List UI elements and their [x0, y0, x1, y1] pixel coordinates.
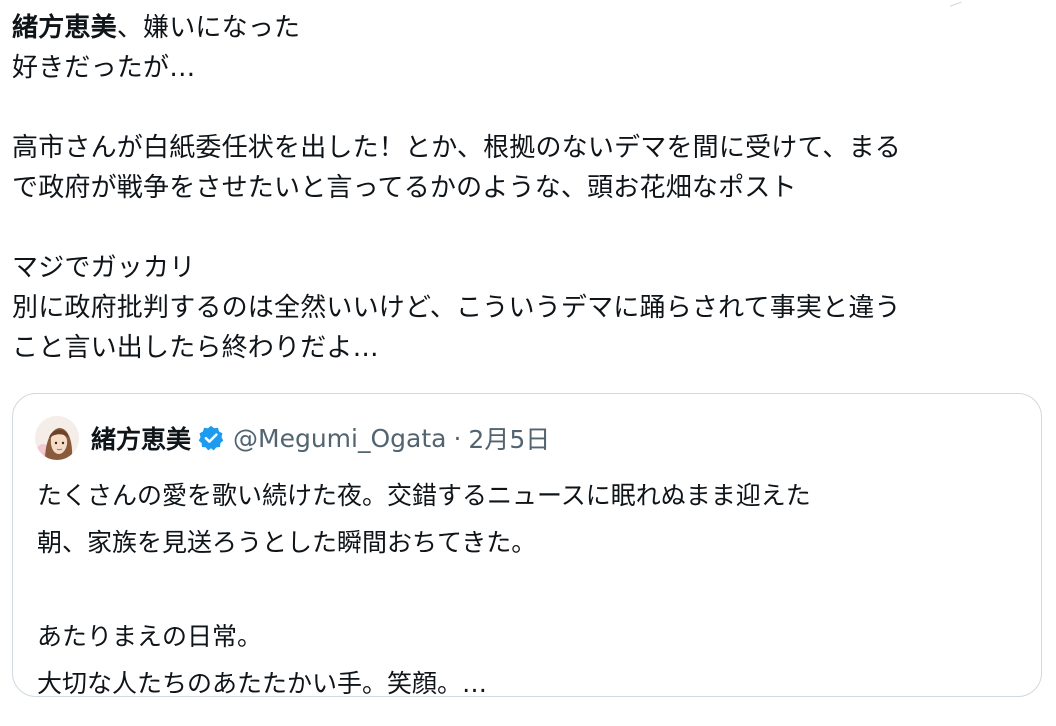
- quoted-post-header: 緒方恵美 @Megumi_Ogata · 2月5日: [35, 416, 550, 460]
- post-body: 緒方恵美、嫌いになった 好きだったが… 高市さんが白紙委任状を出した！とか、根拠…: [12, 8, 1042, 368]
- post-line-4: 高市さんが白紙委任状を出した！とか、根拠のないデマを間に受けて、まる: [12, 133, 901, 163]
- post-text: 緒方恵美、嫌いになった 好きだったが… 高市さんが白紙委任状を出した！とか、根拠…: [12, 8, 1042, 368]
- quoted-post-date[interactable]: 2月5日: [468, 420, 550, 456]
- post-title-rest: 、嫌いになった: [116, 13, 301, 43]
- quoted-line-5: 大切な人たちのあたたかい手。笑顔。…: [37, 669, 488, 698]
- quoted-author-handle[interactable]: @Megumi_Ogata: [233, 424, 446, 453]
- quoted-author-name[interactable]: 緒方恵美: [91, 420, 191, 456]
- post-line-5: で政府が戦争をさせたいと言ってるかのような、頭お花畑なポスト: [12, 173, 797, 203]
- quoted-post-text: たくさんの愛を歌い続けた夜。交錯するニュースに眠れぬまま迎えた 朝、家族を見送ろ…: [37, 472, 811, 707]
- avatar-illustration-icon: [35, 416, 79, 460]
- quoted-post-card[interactable]: 緒方恵美 @Megumi_Ogata · 2月5日 たくさんの愛を歌い続けた夜。…: [12, 393, 1042, 698]
- top-edge-mark: [946, 0, 962, 7]
- separator-dot: ·: [453, 423, 462, 453]
- avatar[interactable]: [35, 416, 79, 460]
- verified-badge-icon: [197, 424, 225, 452]
- post-blank-line: [12, 208, 1042, 248]
- post-line-2: 好きだったが…: [12, 53, 196, 83]
- post-line-7: マジでガッカリ: [12, 253, 196, 283]
- post-line-8: 別に政府批判するのは全然いいけど、こういうデマに踊らされて事実と違う: [12, 293, 901, 323]
- quoted-line-4: あたりまえの日常。: [37, 622, 263, 651]
- quoted-line-2: 朝、家族を見送ろうとした瞬間おちてきた。: [37, 528, 537, 557]
- quoted-line-1: たくさんの愛を歌い続けた夜。交錯するニュースに眠れぬまま迎えた: [37, 481, 811, 510]
- post-line-9: こと言い出したら終わりだよ…: [12, 333, 379, 363]
- post-mention-name[interactable]: 緒方恵美: [12, 13, 117, 43]
- post-blank-line: [12, 88, 1042, 128]
- quoted-blank-line: [37, 566, 811, 613]
- post-line-1: 緒方恵美、嫌いになった: [12, 8, 1042, 48]
